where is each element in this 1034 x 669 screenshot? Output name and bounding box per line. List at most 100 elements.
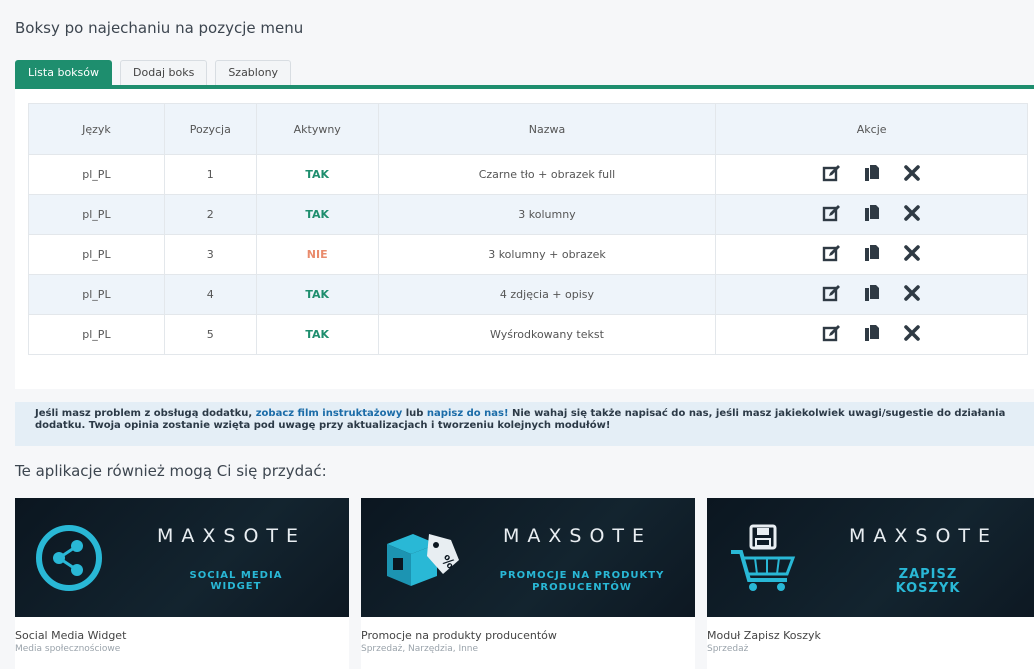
edit-icon [822,163,842,186]
copy-button[interactable] [861,324,883,346]
delete-button[interactable] [901,324,923,346]
cell-language: pl_PL [28,314,165,355]
help-info-box: Jeśli masz problem z obsługą dodatku, zo… [15,402,1034,446]
app-category: Sprzedaż, Narzędzia, Inne [361,644,479,654]
info-text-1: Jeśli masz problem z obsługą dodatku, [35,408,256,419]
app-category: Media społecznościowe [15,644,121,654]
delete-icon [902,243,922,266]
banner-brand: MAXSOTE [157,525,307,547]
save-cart-icon [731,524,796,591]
cell-position: 3 [163,234,257,275]
delete-button[interactable] [901,204,923,226]
cell-language: pl_PL [28,234,165,275]
cell-active-status: TAK [255,274,379,315]
copy-icon [862,163,882,186]
copy-icon [862,243,882,266]
edit-icon [822,323,842,346]
cell-name: 3 kolumny [377,194,717,235]
copy-button[interactable] [861,244,883,266]
delete-icon [902,203,922,226]
app-banner[interactable]: % MAXSOTE PROMOCJE NA PRODUKTY PRODUCENT… [361,498,695,617]
col-actions: Akcje [715,103,1028,155]
cell-actions [715,154,1028,195]
cell-active-status: TAK [255,194,379,235]
table-row: pl_PL 4 TAK 4 zdjęcia + opisy [28,274,1028,315]
delete-button[interactable] [901,244,923,266]
app-banner[interactable]: MAXSOTE ZAPISZ KOSZYK [707,498,1034,617]
app-card-producer-promotions[interactable]: % MAXSOTE PROMOCJE NA PRODUKTY PRODUCENT… [361,498,695,669]
delete-button[interactable] [901,284,923,306]
app-name[interactable]: Social Media Widget [15,629,126,642]
tab-templates[interactable]: Szablony [215,60,292,86]
app-card-save-cart[interactable]: MAXSOTE ZAPISZ KOSZYK Moduł Zapisz Koszy… [707,498,1034,669]
edit-icon [822,203,842,226]
copy-button[interactable] [861,284,883,306]
cell-language: pl_PL [28,274,165,315]
cell-language: pl_PL [28,154,165,195]
table-row: pl_PL 2 TAK 3 kolumny [28,194,1028,235]
boxes-table: Język Pozycja Aktywny Nazwa Akcje pl_PL 1… [28,103,1028,355]
banner-brand: MAXSOTE [503,525,653,547]
col-name: Nazwa [377,103,717,155]
box-discount-icon: % [387,534,459,586]
share-icon [36,525,102,591]
cell-position: 2 [163,194,257,235]
table-row: pl_PL 1 TAK Czarne tło + obrazek full [28,154,1028,195]
copy-icon [862,283,882,306]
recommended-apps-title: Te aplikacje również mogą Ci się przydać… [15,462,327,480]
edit-button[interactable] [821,164,843,186]
cell-actions [715,314,1028,355]
contact-us-link[interactable]: napisz do nas! [427,408,509,419]
edit-icon [822,243,842,266]
cell-active-status: NIE [255,234,379,275]
col-active: Aktywny [255,103,379,155]
copy-button[interactable] [861,164,883,186]
table-header-row: Język Pozycja Aktywny Nazwa Akcje [28,103,1028,155]
cell-name: Czarne tło + obrazek full [377,154,717,195]
copy-icon [862,203,882,226]
delete-icon [902,323,922,346]
banner-subtitle-2: KOSZYK [895,581,961,596]
col-language: Język [28,103,165,155]
cell-name: 4 zdjęcia + opisy [377,274,717,315]
delete-icon [902,283,922,306]
app-card-social-media[interactable]: MAXSOTE SOCIAL MEDIA WIDGET Social Media… [15,498,349,669]
app-banner[interactable]: MAXSOTE SOCIAL MEDIA WIDGET [15,498,349,617]
cell-actions [715,234,1028,275]
cell-active-status: TAK [255,314,379,355]
cell-actions [715,194,1028,235]
banner-brand: MAXSOTE [849,525,999,547]
cell-position: 5 [163,314,257,355]
banner-subtitle-2: PRODUCENTÓW [532,582,632,593]
video-tutorial-link[interactable]: zobacz film instruktażowy [256,408,403,419]
cell-actions [715,274,1028,315]
edit-button[interactable] [821,204,843,226]
cell-position: 1 [163,154,257,195]
tab-add-box[interactable]: Dodaj boks [120,60,208,86]
app-name[interactable]: Moduł Zapisz Koszyk [707,629,821,642]
edit-icon [822,283,842,306]
edit-button[interactable] [821,284,843,306]
app-category: Sprzedaż [707,644,749,654]
edit-button[interactable] [821,324,843,346]
edit-button[interactable] [821,244,843,266]
cell-language: pl_PL [28,194,165,235]
app-name[interactable]: Promocje na produkty producentów [361,629,557,642]
cell-name: Wyśrodkowany tekst [377,314,717,355]
info-text-2: lub [402,408,427,419]
banner-subtitle-2: WIDGET [210,581,262,592]
banner-subtitle-1: PROMOCJE NA PRODUKTY [499,570,665,581]
table-row: pl_PL 3 NIE 3 kolumny + obrazek [28,234,1028,275]
table-row: pl_PL 5 TAK Wyśrodkowany tekst [28,314,1028,355]
copy-icon [862,323,882,346]
delete-button[interactable] [901,164,923,186]
col-position: Pozycja [163,103,257,155]
delete-icon [902,163,922,186]
page-title: Boksy po najechaniu na pozycje menu [15,19,304,37]
copy-button[interactable] [861,204,883,226]
cell-position: 4 [163,274,257,315]
tab-bar: Lista boksów Dodaj boks Szablony [15,60,292,86]
cell-active-status: TAK [255,154,379,195]
tab-box-list[interactable]: Lista boksów [15,60,113,86]
cell-name: 3 kolumny + obrazek [377,234,717,275]
